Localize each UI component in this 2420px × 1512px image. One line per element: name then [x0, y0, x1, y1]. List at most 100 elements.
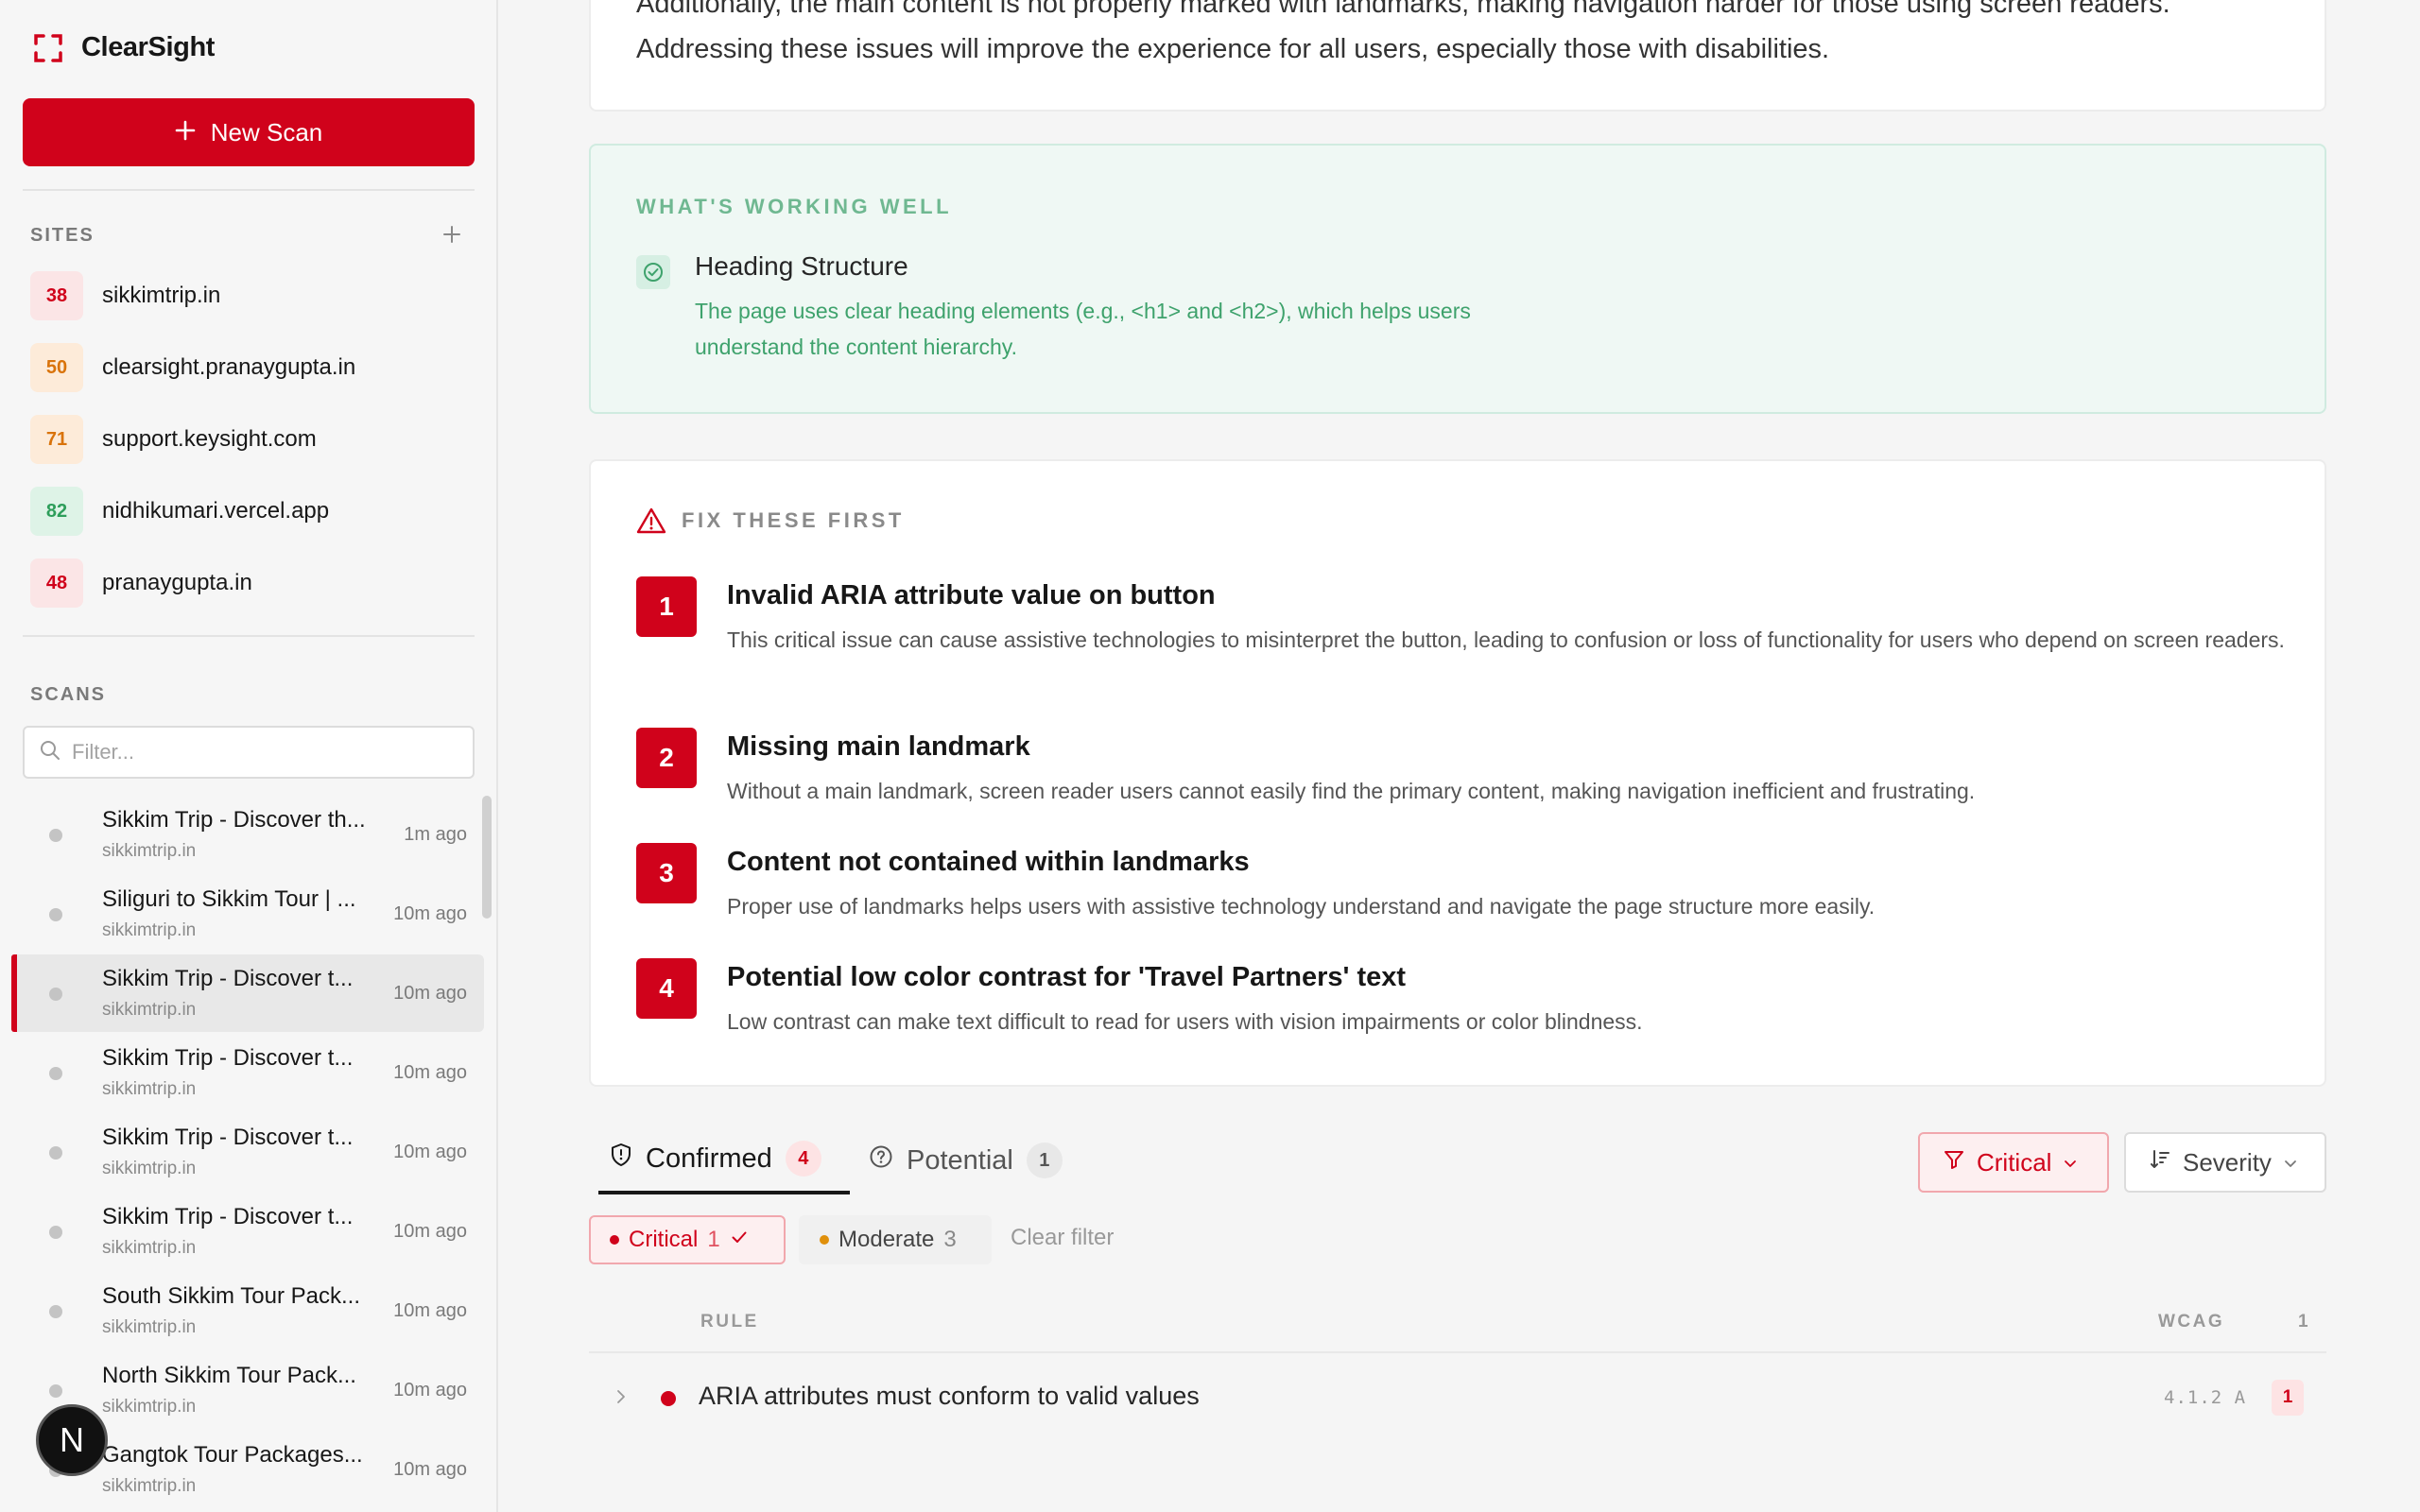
site-item[interactable]: 38 sikkimtrip.in [30, 271, 220, 320]
scan-site: sikkimtrip.in [102, 1238, 197, 1258]
scan-site: sikkimtrip.in [102, 841, 197, 861]
site-name: support.keysight.com [102, 426, 317, 452]
nextjs-dev-badge[interactable]: N [36, 1404, 108, 1476]
filter-icon [1943, 1148, 1965, 1177]
site-item[interactable]: 82 nidhikumari.vercel.app [30, 487, 329, 536]
scan-time: 10m ago [393, 1142, 467, 1162]
chip-critical-count: 1 [707, 1227, 720, 1252]
fix-description: Without a main landmark, screen reader u… [727, 779, 1976, 803]
brand[interactable]: ClearSight [34, 32, 215, 63]
rule-wcag: 4.1.2 A [2164, 1387, 2247, 1408]
chevron-down-icon [2063, 1148, 2078, 1177]
add-site-button[interactable] [439, 221, 465, 248]
scan-title: Sikkim Trip - Discover t... [102, 1045, 354, 1071]
scan-title: Sikkim Trip - Discover t... [102, 1125, 354, 1150]
scan-time: 10m ago [393, 1459, 467, 1480]
plus-icon [175, 118, 196, 147]
tab-confirmed-label: Confirmed [646, 1143, 772, 1174]
scan-time: 10m ago [393, 1062, 467, 1083]
new-scan-button[interactable]: New Scan [23, 98, 475, 166]
chevron-down-icon [2283, 1148, 2298, 1177]
scan-title: North Sikkim Tour Pack... [102, 1363, 356, 1388]
scan-site: sikkimtrip.in [102, 1079, 197, 1099]
warning-triangle-icon [636, 507, 666, 540]
new-scan-label: New Scan [210, 117, 323, 146]
plus-icon [443, 226, 460, 243]
scan-item-active[interactable]: Sikkim Trip - Discover t... sikkimtrip.i… [11, 954, 484, 1032]
scan-site: sikkimtrip.in [102, 1000, 197, 1020]
scan-item[interactable]: Sikkim Trip - Discover t... sikkimtrip.i… [11, 1113, 484, 1191]
working-well-item-title: Heading Structure [695, 251, 908, 281]
site-item[interactable]: 71 support.keysight.com [30, 415, 317, 464]
site-name: sikkimtrip.in [102, 283, 221, 308]
site-score-badge: 82 [30, 487, 83, 536]
scan-time: 10m ago [393, 983, 467, 1004]
check-circle-icon [636, 255, 670, 289]
fix-description: Low contrast can make text difficult to … [727, 1009, 1643, 1034]
chevron-right-icon[interactable] [612, 1387, 631, 1411]
rule-name: ARIA attributes must conform to valid va… [699, 1382, 1200, 1410]
tab-potential-label: Potential [907, 1144, 1013, 1176]
scan-title: Siliguri to Sikkim Tour | ... [102, 886, 356, 912]
scan-item[interactable]: Sikkim Trip - Discover t... sikkimtrip.i… [11, 1034, 484, 1111]
divider [23, 635, 475, 637]
site-item[interactable]: 50 clearsight.pranaygupta.in [30, 343, 355, 392]
chip-critical[interactable]: Critical 1 [589, 1215, 786, 1264]
scrollbar[interactable] [482, 796, 492, 919]
sort-severity-dropdown[interactable]: Severity [2124, 1132, 2326, 1193]
site-score-badge: 71 [30, 415, 83, 464]
site-item[interactable]: 48 pranaygupta.in [30, 558, 252, 608]
scans-label: SCANS [30, 684, 107, 705]
scan-title: Sikkim Trip - Discover t... [102, 966, 354, 991]
scan-item[interactable]: South Sikkim Tour Pack... sikkimtrip.in … [11, 1272, 484, 1349]
scan-filter[interactable] [23, 726, 475, 779]
tab-confirmed[interactable]: Confirmed 4 [598, 1126, 850, 1194]
scan-site: sikkimtrip.in [102, 1397, 197, 1417]
scan-frame-icon [34, 33, 62, 62]
tab-potential-count: 1 [1026, 1143, 1063, 1178]
clear-filter-link[interactable]: Clear filter [1011, 1225, 1114, 1251]
site-score-badge: 38 [30, 271, 83, 320]
column-header-wcag: WCAG [2158, 1312, 2225, 1332]
app-name: ClearSight [81, 32, 216, 62]
scan-time: 1m ago [404, 824, 467, 845]
scan-title: South Sikkim Tour Pack... [102, 1283, 360, 1309]
working-well-card: WHAT'S WORKING WELL Heading Structure Th… [589, 144, 2326, 414]
scan-site: sikkimtrip.in [102, 1317, 197, 1337]
column-header-rule: RULE [700, 1312, 759, 1332]
fix-description: This critical issue can cause assistive … [727, 627, 2285, 652]
scan-time: 10m ago [393, 1221, 467, 1242]
site-score-badge: 48 [30, 558, 83, 608]
site-name: clearsight.pranaygupta.in [102, 354, 356, 380]
scan-item[interactable]: Siliguri to Sikkim Tour | ... sikkimtrip… [11, 875, 484, 953]
chip-moderate-count: 3 [943, 1227, 957, 1252]
fix-title: Content not contained within landmarks [727, 847, 1250, 877]
fix-number-badge: 3 [636, 843, 697, 903]
scan-item[interactable]: Sikkim Trip - Discover t... sikkimtrip.i… [11, 1193, 484, 1270]
scan-item[interactable]: Sikkim Trip - Discover th... sikkimtrip.… [11, 796, 484, 873]
scan-time: 10m ago [393, 1380, 467, 1400]
tab-potential[interactable]: Potential 1 [869, 1126, 1063, 1194]
check-icon [730, 1227, 749, 1253]
scan-site: sikkimtrip.in [102, 920, 197, 940]
sidebar: ClearSight New Scan SITES 38 sikkimtrip.… [0, 0, 498, 1512]
status-dot [49, 1067, 62, 1080]
fix-title: Invalid ARIA attribute value on button [727, 580, 1216, 610]
fix-number-badge: 4 [636, 958, 697, 1019]
chip-moderate[interactable]: Moderate 3 [799, 1215, 992, 1264]
scan-time: 10m ago [393, 903, 467, 924]
filter-input[interactable] [72, 740, 450, 765]
moderate-dot [820, 1235, 829, 1245]
sort-label: Severity [2183, 1147, 2272, 1177]
fix-title: Potential low color contrast for 'Travel… [727, 962, 1407, 992]
status-dot [49, 988, 62, 1001]
chip-critical-label: Critical [629, 1227, 699, 1252]
critical-filter-dropdown[interactable]: Critical [1918, 1132, 2109, 1193]
fix-title: Missing main landmark [727, 731, 1030, 762]
shield-icon [610, 1143, 632, 1175]
status-dot [49, 908, 62, 921]
column-header-count: 1 [2298, 1312, 2311, 1332]
table-row[interactable]: ARIA attributes must conform to valid va… [589, 1366, 2326, 1429]
sort-icon [2149, 1148, 2171, 1177]
status-dot [49, 1305, 62, 1318]
